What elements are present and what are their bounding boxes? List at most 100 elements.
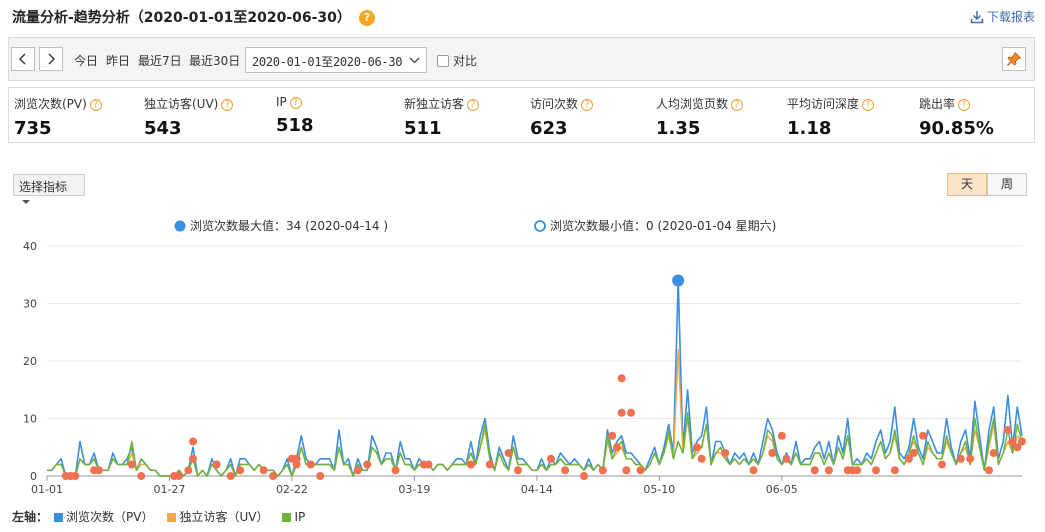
help-icon[interactable]: ? xyxy=(289,97,302,109)
data-point-marker[interactable] xyxy=(485,460,494,469)
data-point-marker[interactable] xyxy=(189,454,198,463)
data-point-marker[interactable] xyxy=(636,466,645,475)
data-point-marker[interactable] xyxy=(1018,437,1026,446)
x-tick-label: 01-01 xyxy=(31,483,63,496)
data-point-marker[interactable] xyxy=(937,460,946,469)
quick-range-30days[interactable]: 最近30日 xyxy=(189,52,240,69)
data-point-marker[interactable] xyxy=(909,449,918,457)
help-icon[interactable]: ? xyxy=(467,99,480,111)
legend-swatch xyxy=(54,513,64,522)
data-point-marker[interactable] xyxy=(871,466,880,475)
data-point-marker[interactable] xyxy=(391,466,400,475)
data-point-marker[interactable] xyxy=(174,472,183,480)
metric-value: 1.35 xyxy=(656,118,701,139)
help-icon[interactable]: ? xyxy=(731,99,744,111)
quick-range-7days[interactable]: 最近7日 xyxy=(138,52,182,69)
data-point-marker[interactable] xyxy=(608,431,617,440)
max-legend-dot xyxy=(174,220,186,232)
compare-toggle[interactable]: 对比 xyxy=(437,52,477,69)
metric-value: 735 xyxy=(14,118,52,139)
data-point-marker[interactable] xyxy=(890,466,899,475)
data-point-marker[interactable] xyxy=(94,466,103,475)
data-point-marker[interactable] xyxy=(363,460,372,469)
pin-button[interactable] xyxy=(1002,47,1026,71)
data-point-marker[interactable] xyxy=(269,472,278,480)
data-point-marker[interactable] xyxy=(782,454,791,463)
data-point-marker[interactable] xyxy=(466,460,475,469)
help-icon[interactable]: ? xyxy=(358,10,375,26)
data-point-marker[interactable] xyxy=(749,466,758,475)
data-point-marker[interactable] xyxy=(189,437,198,446)
data-point-marker[interactable] xyxy=(777,431,786,440)
data-point-marker[interactable] xyxy=(693,443,701,452)
data-point-marker[interactable] xyxy=(598,466,607,475)
data-point-marker[interactable] xyxy=(966,454,975,463)
metric-label: IP xyxy=(276,95,287,109)
metric-value: 1.18 xyxy=(787,118,832,139)
data-point-marker[interactable] xyxy=(236,466,245,475)
legend-swatch xyxy=(282,512,292,522)
legend-ip[interactable]: IP xyxy=(282,510,305,524)
help-icon[interactable]: ? xyxy=(958,99,971,111)
data-point-marker[interactable] xyxy=(212,460,221,469)
data-point-marker[interactable] xyxy=(721,449,730,457)
compare-checkbox[interactable] xyxy=(437,54,449,67)
data-point-marker[interactable] xyxy=(1003,426,1012,434)
next-period-button[interactable] xyxy=(39,47,63,71)
page-title-text: 流量分析-趋势分析（2020-01-01至2020-06-30） xyxy=(12,10,351,26)
metric-label: 跳出率 xyxy=(919,97,956,111)
prev-period-button[interactable] xyxy=(11,47,35,71)
data-point-marker[interactable] xyxy=(514,466,523,475)
data-point-marker[interactable] xyxy=(306,460,315,469)
data-point-marker[interactable] xyxy=(612,443,621,452)
quick-range-yesterday[interactable]: 昨日 xyxy=(106,52,130,69)
data-point-marker[interactable] xyxy=(424,460,433,469)
indicator-select[interactable]: 选择指标 xyxy=(13,174,85,204)
help-icon[interactable]: ? xyxy=(89,99,102,111)
metric-label: 人均浏览页数 xyxy=(656,97,729,111)
data-point-marker[interactable] xyxy=(810,466,819,475)
data-point-marker[interactable] xyxy=(127,460,136,469)
help-icon[interactable]: ? xyxy=(581,99,594,111)
compare-label: 对比 xyxy=(453,54,478,68)
data-point-marker[interactable] xyxy=(292,460,301,469)
metric-visit-depth: 平均访问深度? 1.18 xyxy=(787,95,875,139)
download-report-button[interactable]: 下载报表 xyxy=(970,8,1035,25)
data-point-marker[interactable] xyxy=(259,466,268,475)
granularity-day-button[interactable]: 天 xyxy=(947,173,987,196)
data-point-marker[interactable] xyxy=(622,466,631,475)
metric-value: 543 xyxy=(144,118,182,139)
data-point-marker[interactable] xyxy=(226,472,235,480)
data-point-marker[interactable] xyxy=(546,454,555,463)
data-point-marker[interactable] xyxy=(617,374,626,383)
data-point-marker[interactable] xyxy=(504,449,513,457)
legend-uv[interactable]: 独立访客（UV） xyxy=(167,508,268,525)
data-point-marker[interactable] xyxy=(919,431,928,440)
granularity-toggle: 天 周 xyxy=(947,173,1027,196)
data-point-marker[interactable] xyxy=(697,454,706,463)
data-point-marker[interactable] xyxy=(768,449,777,457)
granularity-week-button[interactable]: 周 xyxy=(987,173,1027,196)
left-axis-label: 左轴： xyxy=(12,510,49,524)
data-point-marker[interactable] xyxy=(824,466,833,475)
data-point-marker[interactable] xyxy=(985,466,994,475)
help-icon[interactable]: ? xyxy=(862,99,875,111)
max-point-marker[interactable] xyxy=(672,274,685,287)
data-point-marker[interactable] xyxy=(956,454,965,463)
indicator-select-label: 选择指标 xyxy=(19,180,68,194)
quick-range-today[interactable]: 今日 xyxy=(74,52,98,69)
data-point-marker[interactable] xyxy=(989,449,998,457)
data-point-marker[interactable] xyxy=(71,472,80,480)
data-point-marker[interactable] xyxy=(579,472,588,480)
data-point-marker[interactable] xyxy=(184,466,193,475)
data-point-marker[interactable] xyxy=(137,472,146,480)
data-point-marker[interactable] xyxy=(617,408,626,417)
help-icon[interactable]: ? xyxy=(221,99,234,111)
data-point-marker[interactable] xyxy=(627,408,636,417)
legend-pv[interactable]: 浏览次数（PV） xyxy=(54,508,153,525)
data-point-marker[interactable] xyxy=(353,466,362,475)
date-range-select[interactable]: 2020-01-01至2020-06-30 xyxy=(245,47,427,73)
data-point-marker[interactable] xyxy=(561,466,570,475)
data-point-marker[interactable] xyxy=(316,472,325,480)
data-point-marker[interactable] xyxy=(853,466,862,475)
